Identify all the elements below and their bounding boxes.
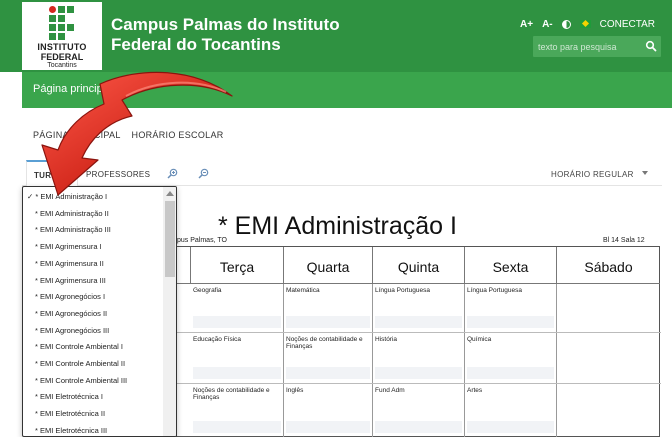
schedule-room: Bl 14 Sala 12 [603,237,645,244]
horario-select[interactable]: HORÁRIO REGULAR [551,170,634,179]
font-increase-button[interactable]: A+ [520,19,533,30]
time-column-head [177,247,191,284]
cell-subject: Educação Física [193,336,242,343]
day-header: Quinta [373,247,465,284]
brazil-flag-icon[interactable] [579,20,591,28]
cell-subject: Matemática [286,287,320,294]
cell-subject: Língua Portuguesa [375,287,430,294]
tab-professores[interactable]: PROFESSORES [86,160,150,186]
search-icon[interactable] [645,40,657,52]
dropdown-item-label: * EMI Administração II [35,208,109,218]
dropdown-item-label: * EMI Administração III [35,225,111,235]
search-box [533,36,661,57]
check-icon: ✓ [27,192,34,201]
schedule-cell[interactable] [557,384,660,437]
tab-turmas[interactable]: TURMAS [26,160,78,187]
dropdown-item-label: * EMI Agronegócios III [35,325,110,335]
dropdown-item[interactable]: * EMI Controle Ambiental III [23,371,163,388]
ifto-logo[interactable]: INSTITUTO FEDERAL Tocantins [22,2,102,70]
cell-subject: Inglês [286,387,304,394]
schedule-cell[interactable] [557,333,660,383]
dropdown-item-label: * EMI Agrimensura II [35,258,104,268]
schedule-cell[interactable]: Noções de contabilidade e Finanças [191,384,284,437]
zoom-in-icon[interactable] [167,168,178,179]
schedule-cell[interactable]: História [373,333,465,383]
dropdown-item-label: * EMI Eletrotécnica II [35,409,106,419]
dropdown-item[interactable]: * EMI Controle Ambiental II [23,354,163,371]
schedule-cell[interactable]: Inglês [284,384,373,437]
scroll-up-icon[interactable] [166,191,174,196]
dropdown-scrollbar[interactable] [163,187,176,436]
schedule-title: * EMI Administração I [218,212,457,240]
dropdown-item[interactable]: * EMI Eletrotécnica I [23,387,163,404]
dropdown-item-label: * EMI Controle Ambiental II [35,359,126,368]
cell-subject: Noções de contabilidade e Finanças [193,387,270,401]
dropdown-item[interactable]: * EMI Controle Ambiental I [23,337,163,354]
schedule-cell[interactable]: Fund Adm [373,384,465,437]
dropdown-item[interactable]: * EMI Agronegócios I [23,287,163,304]
main-nav: Página principal [22,72,672,108]
zoom-out-icon[interactable] [198,168,209,179]
nav-item-home[interactable]: Página principal [33,83,111,95]
dropdown-item[interactable]: * EMI Agronegócios III [23,321,163,338]
dropdown-item-label: * EMI Administração I [35,192,108,201]
accessibility-toolbar: A+ A- CONECTAR [520,17,655,31]
cell-subject: História [375,336,398,343]
dropdown-item[interactable]: * EMI Administração III [23,220,163,237]
cell-subject: Artes [467,387,483,394]
dropdown-item[interactable]: * EMI Agrimensura II [23,254,163,271]
dropdown-item[interactable]: * EMI Eletrotécnica III [23,421,163,436]
schedule-location: pus Palmas, TO [177,237,227,244]
schedule-cell[interactable]: Língua Portuguesa [373,284,465,332]
breadcrumb[interactable]: PÁGINA PRINCIPAL HORÁRIO ESCOLAR [33,130,224,140]
dropdown-item[interactable]: * EMI Eletrotécnica II [23,404,163,421]
dropdown-item[interactable]: * EMI Agrimensura III [23,271,163,288]
logo-text-line1: INSTITUTO [37,42,87,52]
dropdown-item-label: * EMI Agronegócios II [35,308,108,318]
contrast-icon[interactable] [561,19,571,29]
day-header: Sábado [557,247,660,284]
dropdown-item[interactable]: * EMI Administração II [23,204,163,221]
schedule-cell[interactable]: Noções de contabilidade e Finanças [284,333,373,383]
view-tabs: TURMAS PROFESSORES HORÁRIO REGULAR [22,160,662,187]
schedule-cell[interactable]: Artes [465,384,557,437]
site-header: INSTITUTO FEDERAL Tocantins Campus Palma… [0,0,672,72]
site-title[interactable]: Campus Palmas do Instituto Federal do To… [111,15,391,55]
schedule-cell[interactable]: Língua Portuguesa [465,284,557,332]
chevron-down-icon[interactable] [642,171,648,175]
connect-link[interactable]: CONECTAR [600,19,655,30]
day-header: Terça [191,247,284,284]
logo-text-line3: Tocantins [47,62,77,69]
schedule-grid: Terça Quarta Quinta Sexta Sábado Geograf… [176,246,661,437]
font-decrease-button[interactable]: A- [542,19,553,30]
cell-subject: Língua Portuguesa [467,287,522,294]
dropdown-item[interactable]: * EMI Agrimensura I [23,237,163,254]
cell-subject: Geografia [193,287,222,294]
schedule-cell[interactable]: Química [465,333,557,383]
scrollbar-thumb[interactable] [165,201,175,277]
dropdown-item[interactable]: * EMI Agronegócios II [23,304,163,321]
dropdown-item-label: * EMI Controle Ambiental III [35,375,128,385]
dropdown-item[interactable]: ✓ * EMI Administração I [23,187,163,204]
schedule-cell[interactable]: Geografia [191,284,284,332]
schedule-cell[interactable]: Educação Física [191,333,284,383]
logo-text-line2: FEDERAL [40,52,84,62]
dropdown-item-label: * EMI Agronegócios I [35,292,106,302]
cell-subject: Noções de contabilidade e Finanças [286,336,363,350]
dropdown-item-label: * EMI Eletrotécnica I [35,392,103,402]
dropdown-item-label: * EMI Eletrotécnica III [35,425,108,435]
cell-subject: Fund Adm [375,387,405,394]
dropdown-item-label: * EMI Agrimensura III [35,275,106,285]
dropdown-item-label: * EMI Controle Ambiental I [35,342,123,352]
search-input[interactable] [533,36,641,57]
page: INSTITUTO FEDERAL Tocantins Campus Palma… [0,0,672,437]
schedule-cell[interactable]: Matemática [284,284,373,332]
day-header: Sexta [465,247,557,284]
schedule-cell[interactable] [557,284,660,332]
dropdown-item-label: * EMI Agrimensura I [35,242,102,252]
day-header: Quarta [284,247,373,284]
cell-subject: Química [467,336,492,343]
turmas-dropdown[interactable]: ✓ * EMI Administração I * EMI Administra… [22,186,177,437]
logo-mark-icon [49,6,75,40]
